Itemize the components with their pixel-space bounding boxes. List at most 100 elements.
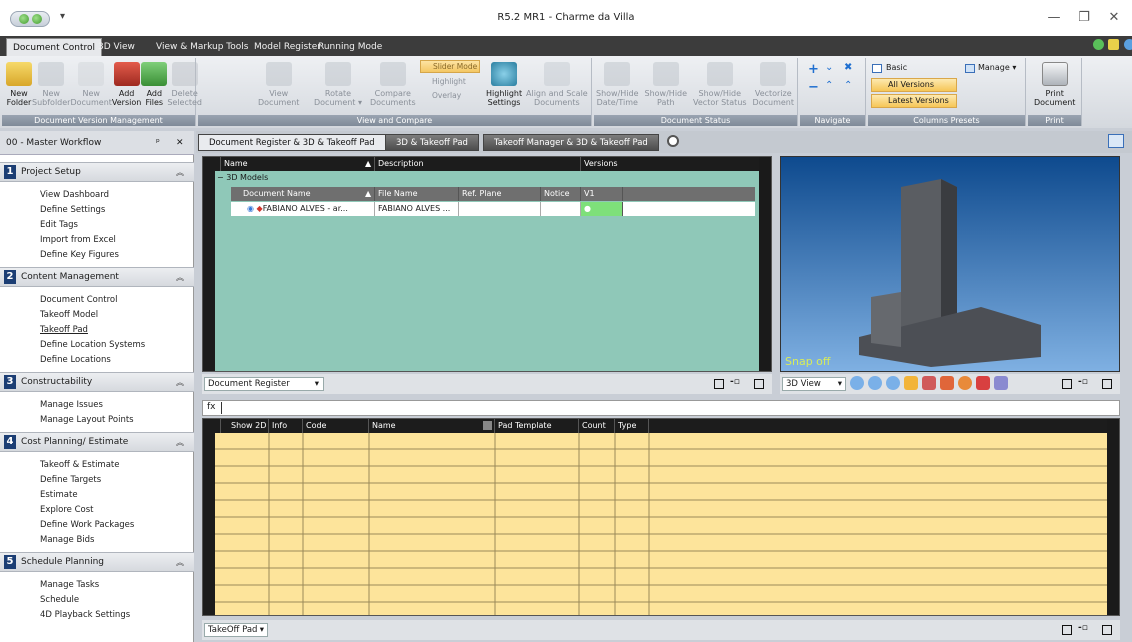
compare-documents-button[interactable]: Compare Documents — [370, 62, 416, 107]
show-hide-datetime-button[interactable]: Show/Hide Date/Time — [596, 62, 639, 107]
nav-item[interactable]: Manage Layout Points — [0, 413, 194, 428]
column-description[interactable]: Description — [375, 157, 581, 171]
column-type[interactable]: Type — [615, 419, 649, 433]
column-count[interactable]: Count — [579, 419, 615, 433]
slider-mode-toggle[interactable]: Slider Mode — [420, 60, 480, 73]
align-scale-button[interactable]: Align and Scale Documents — [526, 62, 588, 107]
collapse-chevron-icon[interactable]: ︽ — [176, 167, 184, 178]
nav-item[interactable]: Document Control — [0, 293, 194, 308]
remove-icon[interactable]: − — [808, 80, 819, 95]
tab-document-control[interactable]: Document Control — [6, 38, 103, 56]
add-version-button[interactable]: Add Version — [112, 62, 141, 107]
zoom-extents-icon[interactable] — [886, 376, 900, 390]
section-project-setup[interactable]: 1 Project Setup ︽ — [0, 162, 194, 182]
maximize-pane-icon[interactable] — [1062, 379, 1072, 389]
formula-bar[interactable]: fx — [202, 400, 1120, 416]
pin-icon[interactable]: ᵖ — [156, 131, 160, 155]
document-row[interactable]: ◉ ◆FABIANO ALVES - ar... FABIANO ALVES .… — [231, 202, 755, 216]
show-hide-path-button[interactable]: Show/Hide Path — [645, 62, 687, 107]
column-name[interactable]: Name — [221, 157, 375, 171]
group-row-3d-models[interactable]: − 3D Models — [217, 173, 268, 182]
nav-item[interactable]: View Dashboard — [0, 188, 194, 203]
sort-asc-icon[interactable]: ▲ — [365, 187, 371, 201]
help-icon[interactable] — [1124, 39, 1132, 50]
nav-item[interactable]: 4D Playback Settings — [0, 608, 194, 623]
column-document-name[interactable]: Document Name — [231, 187, 375, 201]
nav-item[interactable]: Explore Cost — [0, 503, 194, 518]
nav-item[interactable]: Edit Tags — [0, 218, 194, 233]
up-all-icon[interactable]: ⌃ — [844, 80, 852, 91]
add-tab-icon[interactable] — [667, 135, 679, 147]
section-cost-planning[interactable]: 4 Cost Planning/ Estimate ︽ — [0, 432, 194, 452]
nav-item[interactable]: Define Location Systems — [0, 338, 194, 353]
eye-icon[interactable]: ◉ — [247, 204, 254, 213]
overlay-option[interactable]: Overlay — [432, 91, 461, 100]
line-tool-icon[interactable] — [994, 376, 1008, 390]
print-document-button[interactable]: Print Document — [1034, 62, 1075, 107]
column-name[interactable]: Name — [369, 419, 495, 433]
nav-item[interactable]: Takeoff Model — [0, 308, 194, 323]
3d-viewport[interactable]: Snap off — [780, 156, 1120, 372]
close-button[interactable]: ✕ — [1103, 9, 1125, 27]
column-code[interactable]: Code — [303, 419, 369, 433]
latest-versions-preset[interactable]: Latest Versions — [871, 94, 957, 108]
collapse-chevron-icon[interactable]: ︽ — [176, 377, 184, 388]
view-document-button[interactable]: View Document — [258, 62, 299, 107]
minimize-button[interactable]: — — [1043, 9, 1065, 27]
close-pane-icon[interactable] — [1102, 379, 1112, 389]
close-pane-icon[interactable] — [1102, 625, 1112, 635]
highlight-option[interactable]: Highlight — [432, 77, 466, 86]
zoom-in-icon[interactable] — [850, 376, 864, 390]
show-hide-vector-status-button[interactable]: Show/Hide Vector Status — [693, 62, 747, 107]
nav-item[interactable]: Schedule — [0, 593, 194, 608]
highlight-settings-button[interactable]: Highlight Settings — [486, 62, 522, 107]
restore-pane-icon[interactable]: -▫ — [730, 377, 740, 387]
nav-item[interactable]: Manage Issues — [0, 398, 194, 413]
3d-view-combo[interactable]: 3D View ▾ — [782, 377, 846, 391]
tab-running-mode[interactable]: Running Mode — [312, 38, 388, 56]
eraser-icon[interactable] — [940, 376, 954, 390]
collapse-all-icon[interactable]: ✖ — [844, 62, 852, 73]
tab-document-register-3d-takeoff[interactable]: Document Register & 3D & Takeoff Pad — [198, 134, 386, 151]
vertical-scrollbar[interactable] — [759, 157, 771, 371]
section-constructability[interactable]: 3 Constructability ︽ — [0, 372, 194, 392]
section-content-management[interactable]: 2 Content Management ︽ — [0, 267, 194, 287]
expand-down-icon[interactable]: ⌄ — [825, 62, 833, 73]
section-schedule-planning[interactable]: 5 Schedule Planning ︽ — [0, 552, 194, 572]
column-file-name[interactable]: File Name — [375, 187, 459, 201]
settings-gear-icon[interactable] — [1108, 39, 1119, 50]
all-versions-preset[interactable]: All Versions — [871, 78, 957, 92]
expand-up-icon[interactable]: ⌃ — [825, 80, 833, 91]
nav-item[interactable]: Manage Bids — [0, 533, 194, 548]
pan-hand-icon[interactable] — [904, 376, 918, 390]
nav-item-active[interactable]: Takeoff Pad — [0, 323, 194, 338]
nav-item[interactable]: Takeoff & Estimate — [0, 458, 194, 473]
add-files-button[interactable]: Add Files — [141, 62, 168, 107]
nav-item[interactable]: Define Locations — [0, 353, 194, 368]
notice-cell[interactable] — [541, 202, 581, 216]
nav-item[interactable]: Define Targets — [0, 473, 194, 488]
view-combo[interactable]: Document Register ▾ — [204, 377, 324, 391]
column-pad-template[interactable]: Pad Template — [495, 419, 579, 433]
sort-asc-icon[interactable]: ▲ — [365, 157, 371, 171]
new-document-button[interactable]: New Document — [70, 62, 112, 107]
collapse-icon[interactable]: − — [217, 173, 224, 182]
vertical-scrollbar[interactable] — [1107, 419, 1119, 615]
orbit-icon[interactable] — [958, 376, 972, 390]
zoom-out-icon[interactable] — [868, 376, 882, 390]
new-folder-button[interactable]: New Folder — [6, 62, 32, 107]
measure-icon[interactable] — [922, 376, 936, 390]
vectorize-document-button[interactable]: Vectorize Document — [753, 62, 794, 107]
maximize-pane-icon[interactable] — [714, 379, 724, 389]
restore-pane-icon[interactable]: -▫ — [1078, 623, 1088, 633]
v1-status-cell[interactable]: ● — [581, 202, 623, 216]
status-icon[interactable] — [1093, 39, 1104, 50]
tab-view-markup-tools[interactable]: View & Markup Tools — [150, 38, 254, 56]
filter-icon[interactable] — [483, 421, 492, 430]
nav-item[interactable]: Estimate — [0, 488, 194, 503]
ref-plane-cell[interactable] — [459, 202, 541, 216]
maximize-pane-icon[interactable] — [1062, 625, 1072, 635]
nav-item[interactable]: Manage Tasks — [0, 578, 194, 593]
nav-item[interactable]: Define Settings — [0, 203, 194, 218]
column-info[interactable]: Info — [269, 419, 303, 433]
